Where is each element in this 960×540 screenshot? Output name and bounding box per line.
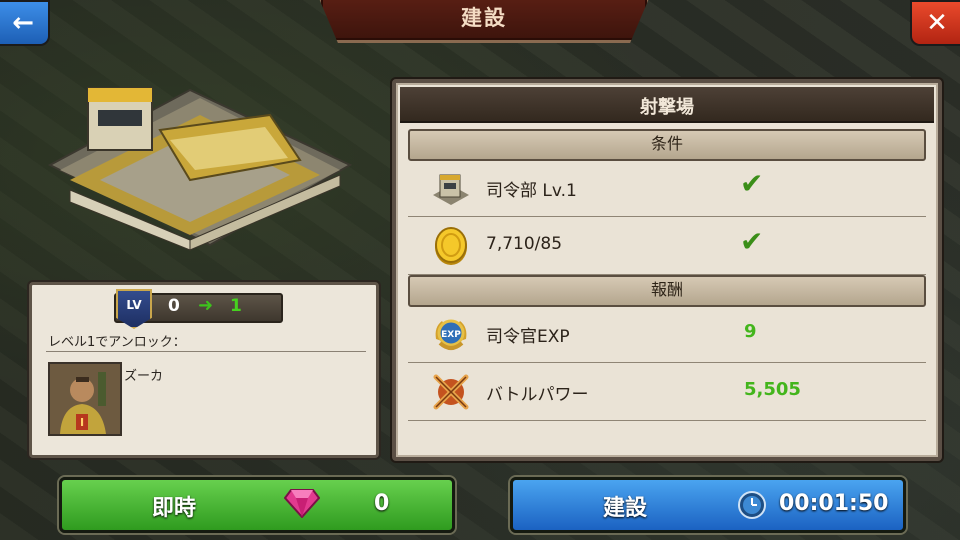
reward-row-power: バトルパワー 5,505: [408, 363, 926, 421]
unlock-info-panel: LV 0 ➜ 1 レベル1でアンロック： I ズーカ: [29, 282, 379, 458]
crossed-rifles-icon: [433, 374, 469, 410]
hq-building-icon: [433, 174, 469, 205]
portrait-rank: I: [80, 416, 85, 429]
build-label: 建設: [603, 496, 648, 521]
svg-text:EXP: EXP: [441, 330, 461, 340]
requirement-row-hq: 司令部 Lv.1 ✔: [408, 159, 926, 217]
reward-row-exp: EXP 司令官EXP 9: [408, 305, 926, 363]
requirement-label: 7,710/85: [486, 234, 563, 254]
requirement-row-gold: 7,710/85 ✔: [408, 217, 926, 275]
level-to: 1: [230, 296, 242, 316]
reward-value: 9: [744, 321, 757, 342]
unlock-label: レベル1でアンロック：: [48, 335, 186, 350]
gem-icon: [284, 489, 320, 518]
instant-label: 即時: [152, 496, 197, 521]
instant-build-button[interactable]: 即時 0: [59, 477, 455, 533]
unit-name: ズーカ: [124, 369, 164, 384]
soldier-portrait-icon: [50, 364, 120, 434]
gold-coin-icon: [435, 227, 467, 265]
reward-value: 5,505: [744, 379, 801, 400]
reward-label: 司令官EXP: [486, 327, 570, 347]
title-plate: 建設: [318, 0, 650, 43]
building-name: 射撃場: [640, 97, 694, 118]
build-button[interactable]: 建設 00:01:50: [510, 477, 906, 533]
level-arrow-icon: ➜: [198, 295, 214, 316]
back-button[interactable]: ←: [0, 0, 50, 46]
close-button[interactable]: ✕: [910, 0, 960, 46]
check-icon: ✔: [740, 167, 764, 200]
reward-label: バトルパワー: [486, 385, 589, 405]
close-icon: ✕: [926, 8, 948, 38]
building-detail-panel: 射撃場 条件 司令部 Lv.1 ✔ 7,710/85 ✔ 報酬 EXP 司令官E: [392, 79, 942, 461]
shooting-range-building: [47, 87, 353, 251]
page-title: 建設: [461, 6, 507, 30]
exp-medal-icon: EXP: [435, 319, 467, 350]
clock-icon: [738, 491, 766, 519]
panel-title-bar: 射撃場: [400, 87, 934, 123]
build-time: 00:01:50: [779, 491, 889, 516]
divider: [46, 351, 366, 352]
gem-cost: 0: [374, 491, 390, 516]
unit-portrait[interactable]: I: [48, 362, 122, 436]
level-from: 0: [168, 296, 180, 316]
check-icon: ✔: [740, 225, 764, 258]
rewards-header: 報酬: [408, 275, 926, 307]
level-badge-icon: LV: [116, 289, 152, 329]
requirement-label: 司令部 Lv.1: [486, 181, 577, 201]
requirements-header: 条件: [408, 129, 926, 161]
back-arrow-icon: ←: [12, 8, 34, 38]
